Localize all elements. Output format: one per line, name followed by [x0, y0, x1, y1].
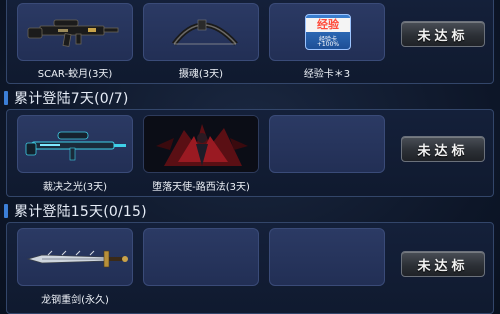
- claim-button-label: 未达标: [417, 258, 469, 274]
- reward-slot-1-3[interactable]: 经验 经验卡 +100%: [269, 3, 385, 61]
- reward-label-1-3: 经验卡＊3: [303, 69, 351, 80]
- claim-button-3[interactable]: 未达标: [401, 251, 485, 277]
- claim-button-label: 未达标: [417, 143, 469, 159]
- group-title-3: 累计登陆15天(0/15): [0, 200, 147, 222]
- reward-label-2-1: 裁决之光(3天): [42, 182, 108, 193]
- reward-row-3: 龙钢重剑(永久) 未达标: [6, 222, 494, 314]
- claim-button-label: 未达标: [417, 28, 469, 44]
- fallen-angel-character-icon: [144, 116, 258, 172]
- sniper-rifle-icon: [25, 131, 126, 161]
- group-title-2: 累计登陆7天(0/7): [0, 87, 129, 109]
- reward-label-2-2: 堕落天使-路西法(3天): [152, 182, 250, 193]
- reward-slot-1-1[interactable]: [17, 3, 133, 61]
- reward-slot-3-3[interactable]: [269, 228, 385, 286]
- greatsword-icon: [26, 250, 128, 268]
- reward-label-3-1: 龙钢重剑(永久): [41, 295, 109, 306]
- group-title-text-3: 累计登陆15天(0/15): [14, 204, 147, 220]
- reward-slot-2-3[interactable]: [269, 115, 385, 173]
- reward-row-1: SCAR-蛟月(3天) 摄魂(3天) 经验 经验卡 +100% 经验卡＊3 未达…: [6, 0, 494, 84]
- reward-row-2: 裁决之光(3天) 堕落天使-路西法(3天) 未达标: [6, 109, 494, 197]
- group-title-text-2: 累计登陆7天(0/7): [14, 91, 129, 107]
- title-marker: [4, 204, 8, 218]
- exp-card-icon: 经验 经验卡 +100%: [305, 14, 351, 50]
- reward-slot-2-2[interactable]: [143, 115, 259, 173]
- reward-slot-3-1[interactable]: [17, 228, 133, 286]
- reward-label-1-1: SCAR-蛟月(3天): [37, 69, 113, 80]
- exp-card-percent: +100%: [316, 41, 340, 48]
- reward-list: SCAR-蛟月(3天) 摄魂(3天) 经验 经验卡 +100% 经验卡＊3 未达…: [0, 0, 500, 314]
- reward-slot-3-2[interactable]: [143, 228, 259, 286]
- reward-label-1-2: 摄魂(3天): [178, 69, 224, 80]
- bow-icon: [171, 19, 238, 46]
- reward-slot-1-2[interactable]: [143, 3, 259, 61]
- exp-card-title: 经验: [306, 18, 350, 32]
- assault-rifle-icon: [27, 19, 119, 47]
- reward-slot-2-1[interactable]: [17, 115, 133, 173]
- title-marker: [4, 91, 8, 105]
- claim-button-1[interactable]: 未达标: [401, 21, 485, 47]
- claim-button-2[interactable]: 未达标: [401, 136, 485, 162]
